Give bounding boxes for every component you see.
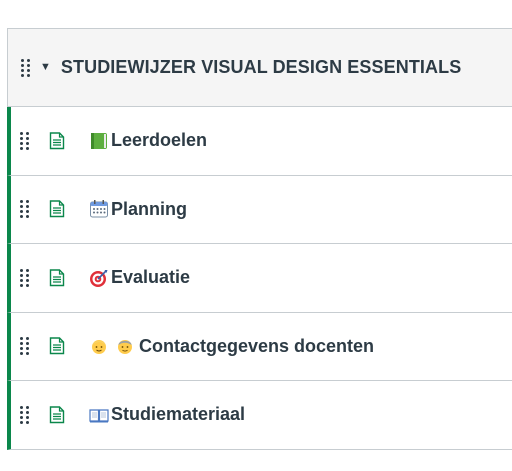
calendar-icon [89,199,109,219]
drag-handle-icon[interactable] [20,131,32,150]
page-document-icon [49,269,65,287]
older-person-icon [115,336,135,356]
green-book-icon [89,131,109,151]
module-item-label: Evaluatie [111,267,191,288]
collapse-caret-icon[interactable]: ▼ [40,62,51,73]
module-item-title[interactable]: Evaluatie [89,267,190,288]
drag-handle-icon[interactable] [20,337,32,356]
drag-handle-icon[interactable] [20,405,32,424]
module-item-title[interactable]: Contactgegevens docenten [89,336,374,357]
module-item-title[interactable]: Studiemateriaal [89,404,245,425]
dart-target-icon [89,268,109,288]
context-module: ▼ STUDIEWIJZER VISUAL DESIGN ESSENTIALS … [7,28,512,450]
page-document-icon [49,406,65,424]
module-item-label: Studiemateriaal [111,404,246,425]
open-book-icon [89,405,109,425]
module-item-planning[interactable]: Planning [7,175,512,244]
page-document-icon [49,200,65,218]
module-item-contactgegevens-docenten[interactable]: Contactgegevens docenten [7,312,512,381]
module-items-list: Leerdoelen Planning Evaluatie Contactgeg… [7,107,512,450]
page-document-icon [49,132,65,150]
module-title: STUDIEWIJZER VISUAL DESIGN ESSENTIALS [60,57,462,77]
person-blond-icon [89,336,109,356]
page-document-icon [49,337,65,355]
module-item-evaluatie[interactable]: Evaluatie [7,244,512,313]
module-item-label: Planning [111,198,187,219]
module-item-label: Contactgegevens docenten [139,335,375,356]
module-item-label: Leerdoelen [111,130,208,151]
drag-handle-icon[interactable] [21,58,33,77]
module-item-leerdoelen[interactable]: Leerdoelen [7,107,512,176]
drag-handle-icon[interactable] [20,200,32,219]
module-item-title[interactable]: Leerdoelen [89,130,207,151]
module-item-studiemateriaal[interactable]: Studiemateriaal [7,381,512,450]
module-item-title[interactable]: Planning [89,199,187,220]
module-header[interactable]: ▼ STUDIEWIJZER VISUAL DESIGN ESSENTIALS [8,29,512,107]
drag-handle-icon[interactable] [20,268,32,287]
